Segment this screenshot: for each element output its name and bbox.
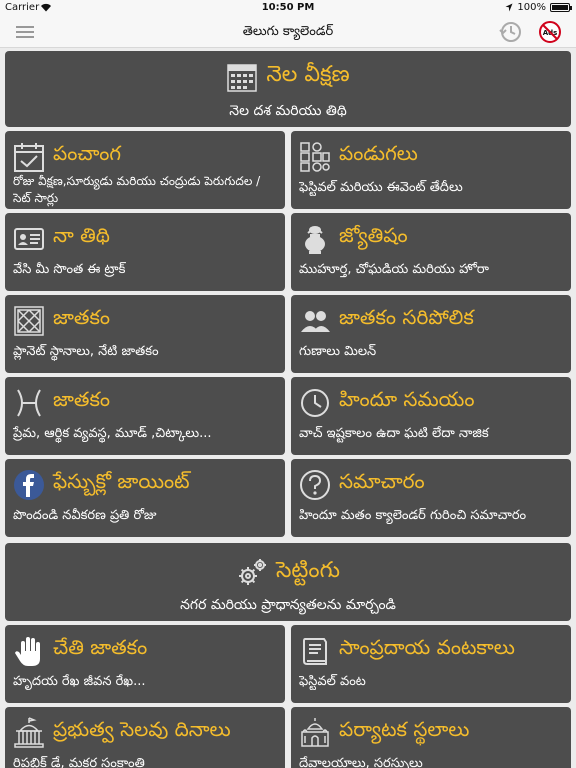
palmistry-tile[interactable]: చేతి జాతకం హృదయ రేఖ జీవన రేఖ... bbox=[5, 625, 285, 703]
calendar-check-icon bbox=[13, 141, 45, 173]
my-tithi-tile[interactable]: నా తిథి వేసి మీ సొంత ఈ ట్రాక్ bbox=[5, 213, 285, 291]
page-title: తెలుగు క్యాలెండర్ bbox=[242, 24, 334, 39]
news-tile[interactable]: సమాచారం హిందూ మతం క్యాలెండర్ గురించి సమా… bbox=[291, 459, 571, 537]
status-time: 10:50 PM bbox=[261, 2, 315, 13]
palmistry-title: చేతి జాతకం bbox=[53, 635, 148, 659]
history-clock-icon[interactable] bbox=[498, 20, 524, 44]
government-building-icon bbox=[13, 717, 45, 749]
battery-percent: 100% bbox=[517, 2, 546, 13]
temple-icon bbox=[299, 717, 331, 749]
festivals-tile[interactable]: పండుగలు ఫెస్టివల్ మరియు ఈవెంట్ తేదీలు bbox=[291, 131, 571, 209]
rashi-jathakam-tile[interactable]: జాతకం ప్రేమ, ఆర్థిక వ్యవస్థ, మూడ్ ,చిట్క… bbox=[5, 377, 285, 455]
horoscope-chart-icon bbox=[13, 305, 45, 337]
rashi-jathakam-title: జాతకం bbox=[53, 387, 111, 411]
month-view-tile[interactable]: నెల వీక్షణ నెల దశ మరియు తిథి bbox=[5, 51, 571, 127]
recipes-title: సాంప్రదాయ వంటకాలు bbox=[339, 635, 515, 659]
question-icon bbox=[299, 469, 331, 501]
jathakam-match-tile[interactable]: జాతకం సరిపోలిక గుణాలు మిలన్ bbox=[291, 295, 571, 373]
no-ads-icon[interactable]: Ads bbox=[538, 20, 562, 44]
jathakam-title: జాతకం bbox=[53, 305, 111, 329]
settings-tile[interactable]: సెట్టింగు నగర మరియు ప్రాధాన్యతలను మార్చం… bbox=[5, 543, 571, 621]
recipes-subtitle: ఫెస్టివల్ వంట bbox=[299, 674, 366, 689]
holidays-subtitle: రిపబ్లిక్ డే, మకర సంక్రాంతి bbox=[13, 756, 145, 768]
location-icon bbox=[505, 3, 513, 12]
settings-subtitle: నగర మరియు ప్రాధాన్యతలను మార్చండి bbox=[180, 597, 396, 613]
month-view-subtitle: నెల దశ మరియు తిథి bbox=[229, 103, 347, 119]
my-tithi-title: నా తిథి bbox=[53, 223, 110, 247]
palmistry-subtitle: హృదయ రేఖ జీవన రేఖ... bbox=[13, 674, 146, 689]
couple-icon bbox=[299, 305, 331, 337]
news-title: సమాచారం bbox=[339, 469, 425, 493]
id-card-icon bbox=[13, 223, 45, 255]
my-tithi-subtitle: వేసి మీ సొంత ఈ ట్రాక్ bbox=[13, 262, 126, 277]
tourism-tile[interactable]: పర్యాటక స్థలాలు దేవాలయాలు, సరస్సులు bbox=[291, 707, 571, 768]
holidays-tile[interactable]: ప్రభుత్వ సెలవు దినాలు రిపబ్లిక్ డే, మకర … bbox=[5, 707, 285, 768]
tourism-subtitle: దేవాలయాలు, సరస్సులు bbox=[299, 756, 423, 768]
kalash-icon bbox=[299, 223, 331, 255]
rashi-jathakam-subtitle: ప్రేమ, ఆర్థిక వ్యవస్థ, మూడ్ ,చిట్కాలు... bbox=[13, 426, 212, 441]
clock-icon bbox=[299, 387, 331, 419]
festivals-subtitle: ఫెస్టివల్ మరియు ఈవెంట్ తేదీలు bbox=[299, 180, 463, 195]
jathakam-tile[interactable]: జాతకం ప్లానెట్ స్థానాలు, నేటి జాతకం bbox=[5, 295, 285, 373]
status-bar: Carrier 10:50 PM 100% bbox=[0, 0, 576, 16]
gears-icon bbox=[236, 557, 268, 589]
jyothisham-title: జ్యోతిషం bbox=[339, 223, 408, 247]
hand-icon bbox=[13, 635, 45, 667]
holidays-title: ప్రభుత్వ సెలవు దినాలు bbox=[53, 717, 231, 741]
jathakam-subtitle: ప్లానెట్ స్థానాలు, నేటి జాతకం bbox=[13, 344, 159, 359]
settings-title: సెట్టింగు bbox=[275, 558, 341, 583]
jyothisham-tile[interactable]: జ్యోతిషం ముహూర్త, చోఘడియ మరియు హోరా bbox=[291, 213, 571, 291]
news-subtitle: హిందూ మతం క్యాలెండర్ గురించి సమాచారం bbox=[299, 508, 527, 523]
facebook-icon bbox=[13, 469, 45, 501]
nav-bar: తెలుగు క్యాలెండర్ Ads bbox=[0, 16, 576, 48]
calendar-grid-icon bbox=[226, 61, 258, 93]
facebook-tile[interactable]: ఫేస్బుక్లో జాయింట్ పొందండి నవీకరణ ప్రతి … bbox=[5, 459, 285, 537]
hindu-time-subtitle: వాచ్ ఇష్టకాలం ఉదా ఘటి లేదా నాజిక bbox=[299, 426, 489, 441]
facebook-title: ఫేస్బుక్లో జాయింట్ bbox=[53, 469, 190, 493]
festival-grid-icon bbox=[299, 141, 331, 173]
hindu-time-title: హిందూ సమయం bbox=[339, 387, 475, 411]
recipes-tile[interactable]: సాంప్రదాయ వంటకాలు ఫెస్టివల్ వంట bbox=[291, 625, 571, 703]
festivals-title: పండుగలు bbox=[339, 141, 418, 165]
facebook-subtitle: పొందండి నవీకరణ ప్రతి రోజు bbox=[13, 508, 157, 523]
jathakam-match-title: జాతకం సరిపోలిక bbox=[339, 305, 474, 329]
hindu-time-tile[interactable]: హిందూ సమయం వాచ్ ఇష్టకాలం ఉదా ఘటి లేదా నా… bbox=[291, 377, 571, 455]
battery-icon bbox=[550, 3, 572, 12]
panchangam-tile[interactable]: పంచాంగ రోజు వీక్షణ,సూర్యుడు మరియు చంద్రు… bbox=[5, 131, 285, 209]
jathakam-match-subtitle: గుణాలు మిలన్ bbox=[299, 344, 377, 359]
jyothisham-subtitle: ముహూర్త, చోఘడియ మరియు హోరా bbox=[299, 262, 489, 277]
recipe-book-icon bbox=[299, 635, 331, 667]
pisces-icon bbox=[13, 387, 45, 419]
month-view-title: నెల వీక్షణ bbox=[266, 62, 350, 87]
panchangam-title: పంచాంగ bbox=[53, 141, 121, 165]
tourism-title: పర్యాటక స్థలాలు bbox=[339, 717, 470, 741]
panchangam-subtitle: రోజు వీక్షణ,సూర్యుడు మరియు చంద్రుడు పెరు… bbox=[13, 174, 261, 205]
